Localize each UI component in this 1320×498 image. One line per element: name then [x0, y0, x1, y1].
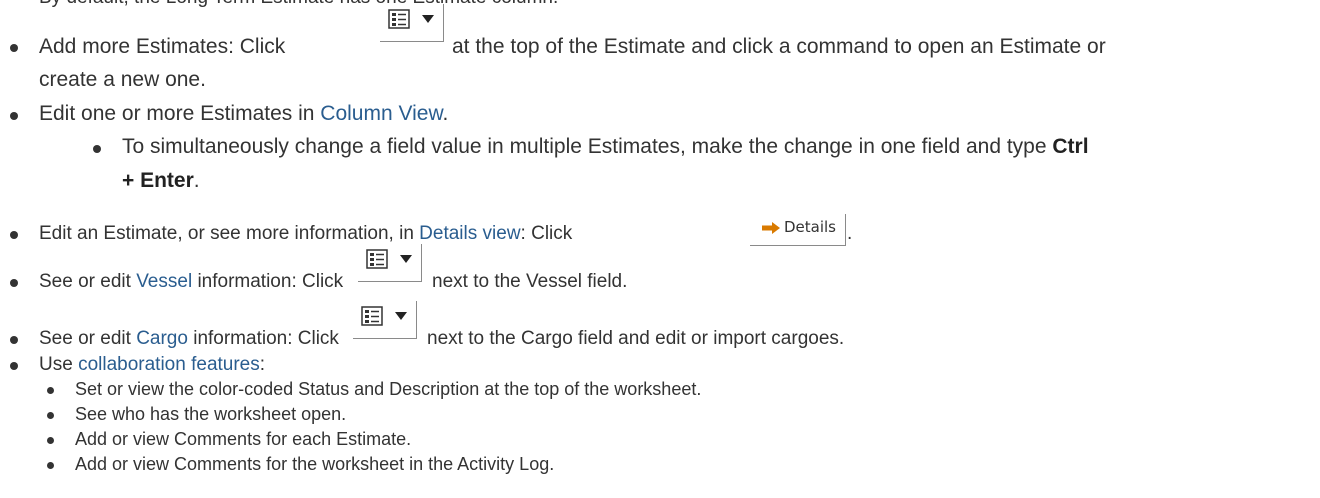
- vessel-link[interactable]: Vessel: [136, 271, 192, 292]
- list-item-column-view: Edit one or more Estimates in Column Vie…: [39, 102, 448, 126]
- list-menu-icon: [366, 249, 388, 269]
- sublist-item-continuation: + Enter.: [122, 169, 200, 193]
- dropdown-caret-icon: [400, 255, 412, 263]
- cargo-menu-button[interactable]: [353, 301, 417, 339]
- list-item-add-estimates: Add more Estimates: Click: [39, 35, 285, 59]
- item-text-mid: information: Click: [193, 328, 339, 349]
- collab-subitem: Set or view the color-coded Status and D…: [75, 379, 702, 399]
- item-text-after: :: [259, 354, 266, 375]
- bullet: [10, 279, 18, 287]
- bullet: [47, 437, 54, 444]
- bullet: [47, 462, 54, 469]
- item-text: Edit one or more Estimates in: [39, 102, 315, 125]
- item-text-after: .: [442, 102, 449, 125]
- enter-key: + Enter: [122, 169, 194, 192]
- vessel-menu-button[interactable]: [358, 244, 422, 282]
- item-text-after: next to the Cargo field and edit or impo…: [427, 328, 845, 349]
- bullet: [10, 231, 18, 239]
- collab-subitem: See who has the worksheet open.: [75, 404, 347, 424]
- collab-subitem: Add or view Comments for the worksheet i…: [75, 454, 555, 474]
- item-text-mid: : Click: [520, 223, 573, 244]
- item-text-mid: information: Click: [197, 271, 344, 292]
- item-text-after: .: [193, 169, 200, 192]
- column-view-link[interactable]: Column View: [320, 102, 442, 125]
- dropdown-caret-icon: [395, 312, 407, 320]
- item-text: Use: [39, 354, 73, 375]
- item-text-after: .: [847, 223, 853, 244]
- sublist-item-multi-edit: To simultaneously change a field value i…: [122, 135, 1089, 159]
- details-button[interactable]: Details: [750, 214, 846, 246]
- item-text: Add more Estimates: Click: [39, 35, 286, 58]
- item-text: Edit an Estimate, or see more informatio…: [39, 223, 414, 244]
- item-text: See or edit: [39, 328, 131, 349]
- item-continuation: create a new one.: [39, 68, 206, 91]
- bullet: [10, 44, 18, 52]
- list-item-details-view: Edit an Estimate, or see more informatio…: [39, 223, 572, 245]
- item-text: To simultaneously change a field value i…: [122, 135, 1047, 158]
- details-view-link[interactable]: Details view: [419, 223, 520, 244]
- list-item-vessel: See or edit Vessel information: Click: [39, 271, 343, 293]
- bullet: [93, 145, 101, 153]
- item-text-after: next to the Vessel field.: [432, 271, 628, 292]
- right-arrow-icon: [762, 222, 780, 234]
- list-menu-icon: [361, 306, 383, 326]
- bullet: [10, 336, 18, 344]
- bullet: [10, 112, 18, 120]
- list-item-collaboration: Use collaboration features:: [39, 354, 265, 376]
- cargo-link[interactable]: Cargo: [136, 328, 188, 349]
- item-text: See or edit: [39, 271, 131, 292]
- estimate-menu-button[interactable]: [380, 4, 444, 42]
- intro-line: By default, the Long Term Estimate has o…: [39, 0, 558, 9]
- collab-subitem: Add or view Comments for each Estimate.: [75, 429, 412, 449]
- bullet: [10, 362, 18, 370]
- ctrl-key: Ctrl: [1052, 135, 1089, 158]
- collaboration-features-link[interactable]: collaboration features: [78, 354, 260, 375]
- bullet: [47, 412, 54, 419]
- list-menu-icon: [388, 9, 410, 29]
- list-item-cargo: See or edit Cargo information: Click: [39, 328, 339, 350]
- dropdown-caret-icon: [422, 15, 434, 23]
- details-button-label: Details: [784, 218, 837, 236]
- bullet: [47, 387, 54, 394]
- item-text-after: at the top of the Estimate and click a c…: [452, 35, 1106, 58]
